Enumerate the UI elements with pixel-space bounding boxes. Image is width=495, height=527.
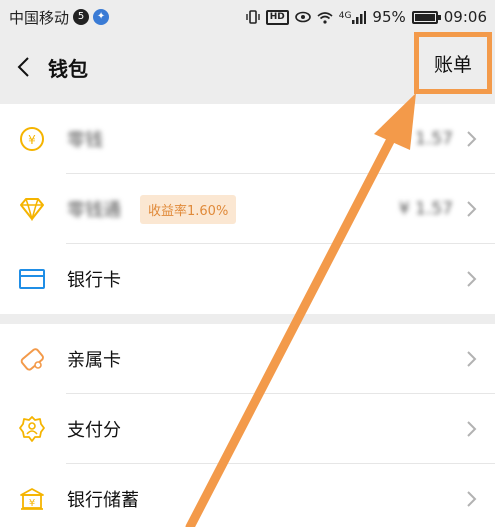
lingqiantong-label: 零钱通 <box>67 200 121 221</box>
bank-card-label: 银行卡 <box>67 270 121 291</box>
chevron-right-icon <box>467 491 477 507</box>
bank-savings-icon: ¥ <box>18 485 46 513</box>
clock: 09:06 <box>443 8 487 26</box>
eye-icon <box>294 11 311 23</box>
chevron-right-icon <box>467 271 477 287</box>
yield-rate-text: 收益率1.60% <box>148 203 229 219</box>
svg-text:¥: ¥ <box>28 133 36 147</box>
page-title: 钱包 <box>48 57 88 81</box>
chevron-right-icon <box>467 421 477 437</box>
back-arrow-icon[interactable] <box>14 56 36 78</box>
vibrate-icon <box>246 10 260 24</box>
list-item-bank-savings[interactable]: ¥ 银行储蓄 <box>0 464 495 527</box>
battery-percent: 95% <box>372 8 406 26</box>
wallet-section-main: ¥ 零钱 ¥ 1.57 零钱通 收益率1.60% ¥ 1.57 银行卡 <box>0 104 495 314</box>
signal-icon: 4G <box>338 10 367 24</box>
list-item-pay-score[interactable]: 支付分 <box>0 394 495 464</box>
list-item-change[interactable]: ¥ 零钱 ¥ 1.57 <box>0 104 495 174</box>
hd-icon: HD <box>265 9 289 25</box>
pay-score-label: 支付分 <box>67 420 121 441</box>
chevron-right-icon <box>467 351 477 367</box>
carrier-name: 中国移动 <box>9 8 70 27</box>
list-item-bank-card[interactable]: 银行卡 <box>0 244 495 314</box>
battery-icon <box>411 10 441 24</box>
family-card-icon <box>18 345 46 373</box>
app-notification-icon: ✦ <box>93 9 110 25</box>
pay-score-icon <box>18 415 46 443</box>
change-balance: ¥ 1.57 <box>398 129 453 149</box>
nav-bar: 钱包 账单 <box>0 32 495 102</box>
lingqiantong-balance: ¥ 1.57 <box>398 199 453 219</box>
bank-card-icon <box>18 265 46 293</box>
chevron-right-icon <box>467 131 477 147</box>
wallet-section-services: 亲属卡 支付分 ¥ 银行储蓄 <box>0 324 495 527</box>
yield-rate-badge: 收益率1.60% <box>140 194 237 224</box>
wifi-icon <box>317 11 333 24</box>
network-type: 4G <box>338 10 352 21</box>
diamond-icon <box>18 195 46 223</box>
list-item-family-card[interactable]: 亲属卡 <box>0 324 495 394</box>
yen-coin-icon: ¥ <box>18 125 46 153</box>
bill-button-label: 账单 <box>433 53 472 76</box>
chevron-right-icon <box>467 201 477 217</box>
svg-text:¥: ¥ <box>29 498 35 509</box>
change-label: 零钱 <box>67 130 103 151</box>
bill-button[interactable]: 账单 <box>414 32 492 94</box>
status-bar: 中国移动 5 ✦ HD 4G 95% 09:06 <box>0 0 495 34</box>
list-item-lingqiantong[interactable]: 零钱通 收益率1.60% ¥ 1.57 <box>0 174 495 244</box>
carrier-badge-icon: 5 <box>73 9 90 25</box>
bank-savings-label: 银行储蓄 <box>67 490 139 511</box>
family-card-label: 亲属卡 <box>67 350 121 371</box>
